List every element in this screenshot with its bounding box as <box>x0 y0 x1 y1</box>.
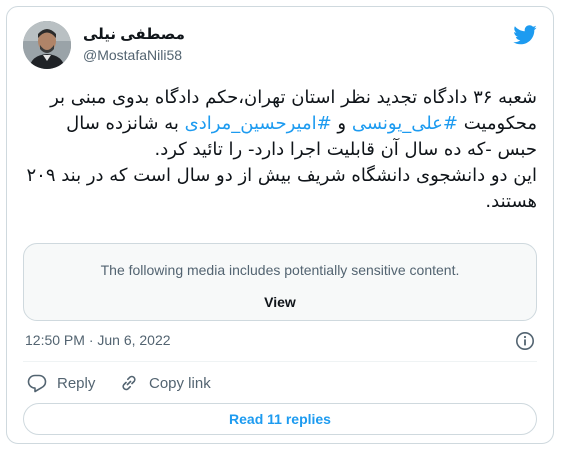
divider <box>23 361 537 362</box>
reply-icon <box>27 374 47 393</box>
avatar-image <box>23 21 71 69</box>
copy-link-button[interactable]: Copy link <box>119 373 211 393</box>
tweet-card: مصطفی نیلی @MostafaNili58 شعبه ۳۶ دادگاه… <box>6 6 554 444</box>
sensitive-media-warning: The following media includes potentially… <box>100 262 460 278</box>
sensitive-media-box: The following media includes potentially… <box>23 243 537 321</box>
tweet-paragraph-1: شعبه ۳۶ دادگاه تجدید نظر استان تهران،حکم… <box>25 85 537 163</box>
hashtag-link-amirhossein-moradi[interactable]: #امیرحسین_مرادی <box>185 113 332 134</box>
tweet-text-segment: و <box>331 113 352 134</box>
display-name[interactable]: مصطفی نیلی <box>83 25 185 43</box>
twitter-bird-icon[interactable] <box>513 23 537 47</box>
tweet-paragraph-2: این دو دانشجوی دانشگاه شریف بیش از دو سا… <box>26 165 537 212</box>
tweet-timestamp[interactable]: 12:50 PM · Jun 6, 2022 <box>25 332 171 348</box>
read-replies-button[interactable]: Read 11 replies <box>23 403 537 435</box>
copy-link-label: Copy link <box>149 374 211 392</box>
link-icon <box>122 375 136 391</box>
view-media-button[interactable]: View <box>24 294 536 310</box>
info-icon[interactable] <box>515 331 535 351</box>
reply-button[interactable]: Reply <box>27 373 95 393</box>
hashtag-link-ali-younesi[interactable]: #علی_یونسی <box>352 113 458 134</box>
avatar[interactable] <box>23 21 71 69</box>
reply-label: Reply <box>57 374 96 392</box>
user-handle[interactable]: @MostafaNili58 <box>83 47 182 63</box>
tweet-text: شعبه ۳۶ دادگاه تجدید نظر استان تهران،حکم… <box>25 85 537 215</box>
